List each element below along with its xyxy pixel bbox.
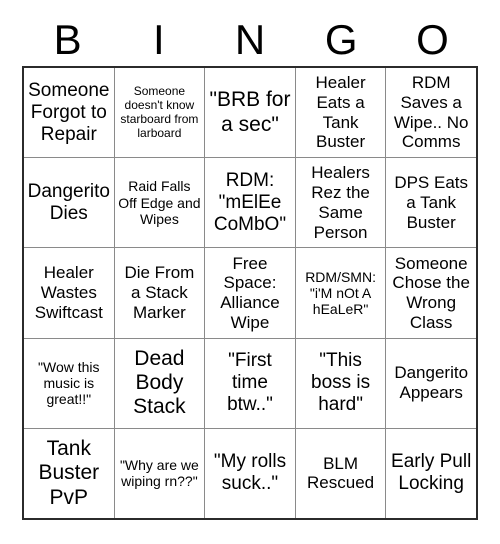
bingo-row: Tank Buster PvP "Why are we wiping rn??"… <box>24 427 476 519</box>
bingo-cell-label: Dangerito Appears <box>394 363 469 403</box>
bingo-cell-label: Free Space: Alliance Wipe <box>220 253 280 332</box>
bingo-header-letter-g: G <box>324 16 358 63</box>
bingo-row: Someone Forgot to Repair Someone doesn't… <box>24 68 476 158</box>
bingo-cell[interactable]: Healers Rez the Same Person <box>294 158 386 248</box>
bingo-cell[interactable]: "First time btw.." <box>204 338 295 428</box>
bingo-cell[interactable]: "My rolls suck.." <box>204 428 295 519</box>
bingo-grid: Someone Forgot to Repair Someone doesn't… <box>22 66 478 520</box>
bingo-cell[interactable]: Healer Wastes Swiftcast <box>24 248 114 338</box>
bingo-header-letter-i: I <box>152 16 165 63</box>
bingo-cell-label: BLM Rescued <box>307 453 375 493</box>
bingo-header-row: B I N G O <box>22 14 478 66</box>
bingo-cell[interactable]: Raid Falls Off Edge and Wipes <box>113 158 205 248</box>
bingo-cell-label: Dead Body Stack <box>133 346 186 419</box>
bingo-cell[interactable]: Someone Chose the Wrong Class <box>385 248 476 338</box>
bingo-cell[interactable]: BLM Rescued <box>294 428 386 519</box>
bingo-cell[interactable]: "Wow this music is great!!" <box>24 338 114 428</box>
bingo-cell-label: Someone Forgot to Repair <box>28 79 110 145</box>
bingo-cell-label: "My rolls suck.." <box>213 451 287 495</box>
bingo-cell-label: Someone Chose the Wrong Class <box>392 253 470 332</box>
bingo-cell-label: Healer Eats a Tank Buster <box>315 73 366 152</box>
bingo-cell-label: RDM: "mElEe CoMbO" <box>213 169 287 235</box>
bingo-cell-label: Healers Rez the Same Person <box>311 163 370 242</box>
bingo-cell[interactable]: Healer Eats a Tank Buster <box>294 68 386 158</box>
bingo-card: B I N G O Someone Forgot to Repair Someo… <box>0 0 500 544</box>
bingo-cell-label: DPS Eats a Tank Buster <box>394 173 469 232</box>
bingo-cell[interactable]: "This boss is hard" <box>294 338 386 428</box>
bingo-cell[interactable]: Dangerito Appears <box>385 338 476 428</box>
bingo-cell-label: "This boss is hard" <box>311 350 371 416</box>
bingo-cell[interactable]: "Why are we wiping rn??" <box>113 428 205 519</box>
bingo-cell[interactable]: Tank Buster PvP <box>24 428 114 519</box>
bingo-cell-label: "First time btw.." <box>227 350 273 416</box>
bingo-header-letter-b: B <box>53 16 82 63</box>
bingo-cell[interactable]: Early Pull Locking <box>385 428 476 519</box>
bingo-cell-label: Dangerito Dies <box>27 180 110 224</box>
bingo-cell-label: Healer Wastes Swiftcast <box>34 263 103 322</box>
bingo-cell-label: Early Pull Locking <box>391 451 472 495</box>
bingo-row: Dangerito Dies Raid Falls Off Edge and W… <box>24 157 476 248</box>
bingo-cell[interactable]: RDM Saves a Wipe.. No Comms <box>385 68 476 158</box>
bingo-cell[interactable]: Someone doesn't know starboard from larb… <box>113 68 205 158</box>
bingo-row: "Wow this music is great!!" Dead Body St… <box>24 337 476 428</box>
bingo-cell[interactable]: DPS Eats a Tank Buster <box>385 158 476 248</box>
bingo-cell-label: "Why are we wiping rn??" <box>119 457 199 490</box>
bingo-cell[interactable]: Dangerito Dies <box>24 158 114 248</box>
bingo-cell[interactable]: "BRB for a sec" <box>204 68 295 158</box>
bingo-cell-label: Die From a Stack Marker <box>124 263 195 322</box>
bingo-cell-label: RDM Saves a Wipe.. No Comms <box>393 73 469 152</box>
bingo-cell-label: RDM/SMN: "i'M nOt A hEaLeR" <box>305 268 376 318</box>
bingo-cell[interactable]: Die From a Stack Marker <box>113 248 205 338</box>
bingo-header-letter-o: O <box>416 16 449 63</box>
bingo-cell-free-space[interactable]: Free Space: Alliance Wipe <box>204 248 295 338</box>
bingo-cell-label: Tank Buster PvP <box>38 436 100 509</box>
bingo-cell-label: "BRB for a sec" <box>209 88 291 136</box>
bingo-cell-label: "Wow this music is great!!" <box>38 358 100 408</box>
bingo-row: Healer Wastes Swiftcast Die From a Stack… <box>24 247 476 338</box>
bingo-cell[interactable]: RDM/SMN: "i'M nOt A hEaLeR" <box>294 248 386 338</box>
bingo-cell-label: Someone doesn't know starboard from larb… <box>120 83 199 140</box>
bingo-cell[interactable]: RDM: "mElEe CoMbO" <box>204 158 295 248</box>
bingo-cell[interactable]: Someone Forgot to Repair <box>24 68 114 158</box>
bingo-cell-label: Raid Falls Off Edge and Wipes <box>118 178 201 227</box>
bingo-header-letter-n: N <box>234 16 266 63</box>
bingo-cell[interactable]: Dead Body Stack <box>113 338 205 428</box>
